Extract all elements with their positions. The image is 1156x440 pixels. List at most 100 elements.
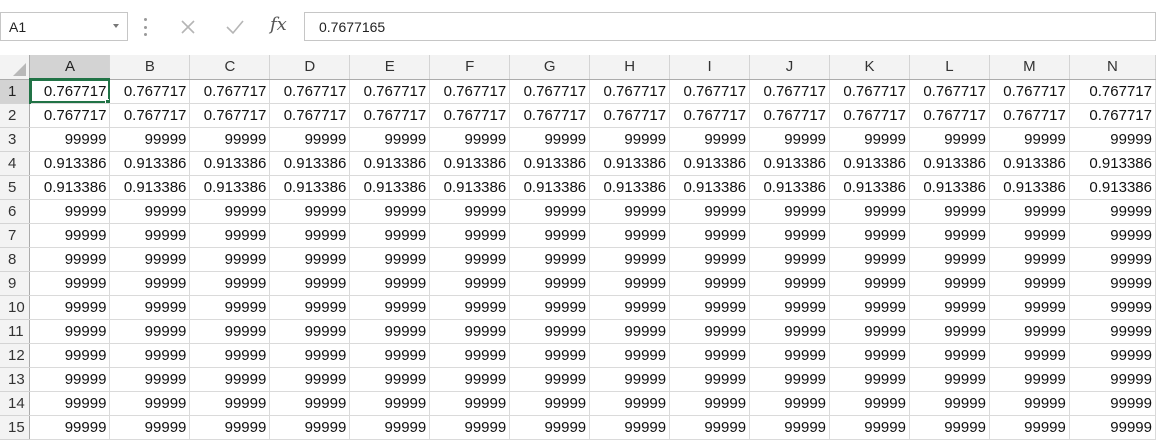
cell-a9[interactable]: 99999: [29, 271, 111, 296]
cell-d13[interactable]: 99999: [269, 367, 351, 392]
cell-g3[interactable]: 99999: [509, 127, 591, 152]
cell-m8[interactable]: 99999: [989, 247, 1070, 272]
enter-button[interactable]: [220, 14, 250, 40]
cell-l15[interactable]: 99999: [909, 415, 990, 440]
cell-l10[interactable]: 99999: [909, 295, 990, 320]
cell-c14[interactable]: 99999: [189, 391, 271, 416]
cell-j14[interactable]: 99999: [749, 391, 831, 416]
row-header-8[interactable]: 8: [0, 247, 31, 272]
cell-f6[interactable]: 99999: [429, 199, 511, 224]
cell-e9[interactable]: 99999: [349, 271, 431, 296]
cell-e5[interactable]: 0.913386: [349, 175, 431, 200]
cell-h4[interactable]: 0.913386: [589, 151, 671, 176]
more-vertical-icon[interactable]: [144, 18, 147, 36]
cell-l1[interactable]: 0.767717: [909, 79, 990, 104]
cell-k10[interactable]: 99999: [829, 295, 910, 320]
cell-d1[interactable]: 0.767717: [269, 79, 351, 104]
cell-n7[interactable]: 99999: [1069, 223, 1156, 248]
column-header-b[interactable]: B: [109, 55, 191, 80]
cell-f1[interactable]: 0.767717: [429, 79, 511, 104]
cell-g8[interactable]: 99999: [509, 247, 591, 272]
cell-c4[interactable]: 0.913386: [189, 151, 271, 176]
cell-c10[interactable]: 99999: [189, 295, 271, 320]
cell-h14[interactable]: 99999: [589, 391, 671, 416]
cell-f8[interactable]: 99999: [429, 247, 511, 272]
cell-d6[interactable]: 99999: [269, 199, 351, 224]
cell-i2[interactable]: 0.767717: [669, 103, 751, 128]
cell-d4[interactable]: 0.913386: [269, 151, 351, 176]
cell-k8[interactable]: 99999: [829, 247, 910, 272]
cell-e11[interactable]: 99999: [349, 319, 431, 344]
cell-d10[interactable]: 99999: [269, 295, 351, 320]
cell-b12[interactable]: 99999: [109, 343, 191, 368]
cell-j2[interactable]: 0.767717: [749, 103, 831, 128]
cell-l13[interactable]: 99999: [909, 367, 990, 392]
cell-e10[interactable]: 99999: [349, 295, 431, 320]
column-header-l[interactable]: L: [909, 55, 990, 80]
cell-b3[interactable]: 99999: [109, 127, 191, 152]
formula-input[interactable]: 0.7677165: [305, 12, 1156, 41]
cell-e7[interactable]: 99999: [349, 223, 431, 248]
cell-g11[interactable]: 99999: [509, 319, 591, 344]
cell-b8[interactable]: 99999: [109, 247, 191, 272]
cell-a11[interactable]: 99999: [29, 319, 111, 344]
cell-b6[interactable]: 99999: [109, 199, 191, 224]
column-header-j[interactable]: J: [749, 55, 831, 80]
cell-e4[interactable]: 0.913386: [349, 151, 431, 176]
cell-a7[interactable]: 99999: [29, 223, 111, 248]
column-header-d[interactable]: D: [269, 55, 351, 80]
cell-a10[interactable]: 99999: [29, 295, 111, 320]
cell-a1[interactable]: 0.767717: [29, 79, 111, 104]
cell-a2[interactable]: 0.767717: [29, 103, 111, 128]
cell-e3[interactable]: 99999: [349, 127, 431, 152]
cell-i5[interactable]: 0.913386: [669, 175, 751, 200]
cell-j11[interactable]: 99999: [749, 319, 831, 344]
row-header-3[interactable]: 3: [0, 127, 31, 152]
cell-c13[interactable]: 99999: [189, 367, 271, 392]
cell-i4[interactable]: 0.913386: [669, 151, 751, 176]
column-header-h[interactable]: H: [589, 55, 671, 80]
cell-k15[interactable]: 99999: [829, 415, 910, 440]
cell-n15[interactable]: 99999: [1069, 415, 1156, 440]
cell-j8[interactable]: 99999: [749, 247, 831, 272]
cell-c1[interactable]: 0.767717: [189, 79, 271, 104]
cell-e2[interactable]: 0.767717: [349, 103, 431, 128]
cell-f3[interactable]: 99999: [429, 127, 511, 152]
cell-d7[interactable]: 99999: [269, 223, 351, 248]
row-header-13[interactable]: 13: [0, 367, 31, 392]
row-header-1[interactable]: 1: [0, 79, 31, 104]
cell-m12[interactable]: 99999: [989, 343, 1070, 368]
cell-d14[interactable]: 99999: [269, 391, 351, 416]
cell-g4[interactable]: 0.913386: [509, 151, 591, 176]
cell-c9[interactable]: 99999: [189, 271, 271, 296]
cell-f11[interactable]: 99999: [429, 319, 511, 344]
column-header-m[interactable]: M: [989, 55, 1070, 80]
cell-a14[interactable]: 99999: [29, 391, 111, 416]
cell-c12[interactable]: 99999: [189, 343, 271, 368]
cell-i9[interactable]: 99999: [669, 271, 751, 296]
cell-n12[interactable]: 99999: [1069, 343, 1156, 368]
row-header-10[interactable]: 10: [0, 295, 31, 320]
cell-g12[interactable]: 99999: [509, 343, 591, 368]
cell-h3[interactable]: 99999: [589, 127, 671, 152]
cell-m13[interactable]: 99999: [989, 367, 1070, 392]
cell-e15[interactable]: 99999: [349, 415, 431, 440]
cell-j5[interactable]: 0.913386: [749, 175, 831, 200]
cell-d2[interactable]: 0.767717: [269, 103, 351, 128]
cell-c2[interactable]: 0.767717: [189, 103, 271, 128]
cell-f7[interactable]: 99999: [429, 223, 511, 248]
cell-n3[interactable]: 99999: [1069, 127, 1156, 152]
cell-a6[interactable]: 99999: [29, 199, 111, 224]
cell-k1[interactable]: 0.767717: [829, 79, 910, 104]
cell-h1[interactable]: 0.767717: [589, 79, 671, 104]
cell-j3[interactable]: 99999: [749, 127, 831, 152]
cell-i14[interactable]: 99999: [669, 391, 751, 416]
row-header-6[interactable]: 6: [0, 199, 31, 224]
cell-m7[interactable]: 99999: [989, 223, 1070, 248]
cell-n8[interactable]: 99999: [1069, 247, 1156, 272]
cell-l5[interactable]: 0.913386: [909, 175, 990, 200]
cell-j12[interactable]: 99999: [749, 343, 831, 368]
cell-b2[interactable]: 0.767717: [109, 103, 191, 128]
cell-e8[interactable]: 99999: [349, 247, 431, 272]
cell-h11[interactable]: 99999: [589, 319, 671, 344]
